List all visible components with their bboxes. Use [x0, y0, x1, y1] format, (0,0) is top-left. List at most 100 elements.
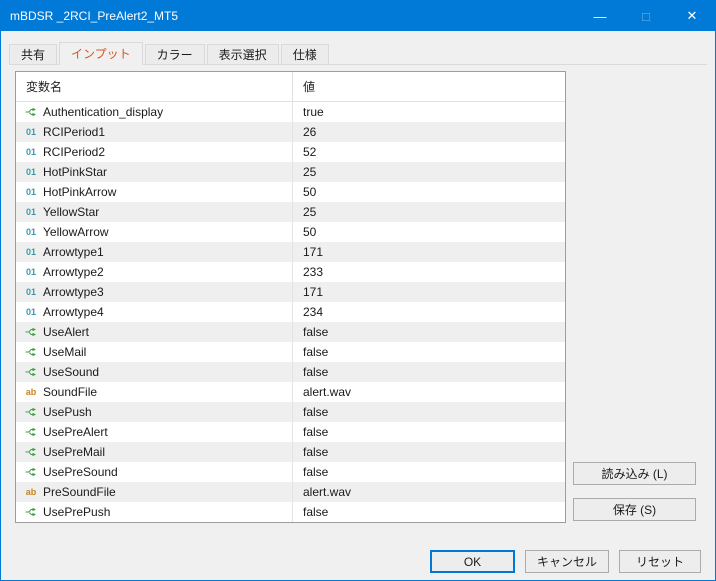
- maximize-button: □: [623, 1, 669, 31]
- bool-type-icon: [24, 326, 38, 338]
- table-row[interactable]: UseMail false: [16, 342, 565, 362]
- int-type-icon: 01: [24, 227, 38, 237]
- int-type-icon: 01: [24, 287, 38, 297]
- variable-name: PreSoundFile: [43, 485, 116, 499]
- save-button[interactable]: 保存 (S): [573, 498, 696, 521]
- string-type-icon: ab: [24, 487, 38, 497]
- variable-value-cell[interactable]: false: [292, 462, 565, 482]
- ok-button[interactable]: OK: [430, 550, 515, 573]
- bool-type-icon: [24, 406, 38, 418]
- table-row[interactable]: 01 YellowArrow 50: [16, 222, 565, 242]
- variable-value-cell[interactable]: 171: [292, 282, 565, 302]
- variable-name-cell: Authentication_display: [16, 102, 292, 122]
- variable-value-cell[interactable]: 171: [292, 242, 565, 262]
- table-row[interactable]: 01 YellowStar 25: [16, 202, 565, 222]
- table-row[interactable]: 01 HotPinkStar 25: [16, 162, 565, 182]
- variable-name: SoundFile: [43, 385, 97, 399]
- table-row[interactable]: 01 Arrowtype4 234: [16, 302, 565, 322]
- variable-name-cell: 01 RCIPeriod1: [16, 122, 292, 142]
- variable-value-cell[interactable]: false: [292, 442, 565, 462]
- table-row[interactable]: 01 RCIPeriod2 52: [16, 142, 565, 162]
- table-row[interactable]: 01 RCIPeriod1 26: [16, 122, 565, 142]
- maximize-icon: □: [642, 9, 650, 24]
- tab-inputs[interactable]: インプット: [59, 42, 143, 65]
- table-row[interactable]: UseAlert false: [16, 322, 565, 342]
- variable-value-cell[interactable]: false: [292, 402, 565, 422]
- close-icon: ✕: [687, 8, 698, 24]
- bool-type-icon: [24, 106, 38, 118]
- variable-name: RCIPeriod2: [43, 145, 105, 159]
- table-row[interactable]: ab SoundFile alert.wav: [16, 382, 565, 402]
- tab-display-selection[interactable]: 表示選択: [207, 44, 279, 64]
- minimize-icon: —: [594, 9, 607, 24]
- int-type-icon: 01: [24, 187, 38, 197]
- dialog-window: mBDSR _2RCI_PreAlert2_MT5 — □ ✕ 共有インプットカ…: [0, 0, 716, 581]
- close-button[interactable]: ✕: [669, 1, 715, 31]
- variable-name: RCIPeriod1: [43, 125, 105, 139]
- variable-value-cell[interactable]: false: [292, 342, 565, 362]
- variable-name: UseAlert: [43, 325, 89, 339]
- table-row[interactable]: UsePush false: [16, 402, 565, 422]
- bool-type-icon: [24, 346, 38, 358]
- table-body: Authentication_display true 01 RCIPeriod…: [16, 102, 565, 522]
- variable-name: YellowArrow: [43, 225, 109, 239]
- variable-value-cell[interactable]: 234: [292, 302, 565, 322]
- variable-value-cell[interactable]: false: [292, 502, 565, 522]
- tab-spec[interactable]: 仕様: [281, 44, 329, 64]
- bool-type-icon: [24, 426, 38, 438]
- titlebar-controls: — □ ✕: [577, 1, 715, 31]
- tab-common[interactable]: 共有: [9, 44, 57, 64]
- tab-bar: 共有インプットカラー表示選択仕様: [9, 41, 707, 65]
- table-row[interactable]: 01 Arrowtype3 171: [16, 282, 565, 302]
- load-button[interactable]: 読み込み (L): [573, 462, 696, 485]
- minimize-button[interactable]: —: [577, 1, 623, 31]
- table-row[interactable]: 01 Arrowtype2 233: [16, 262, 565, 282]
- variable-value-cell[interactable]: 233: [292, 262, 565, 282]
- table-row[interactable]: Authentication_display true: [16, 102, 565, 122]
- table-row[interactable]: UsePreMail false: [16, 442, 565, 462]
- title-bar[interactable]: mBDSR _2RCI_PreAlert2_MT5 — □ ✕: [1, 1, 715, 31]
- variable-value-cell[interactable]: 50: [292, 222, 565, 242]
- variable-name-cell: ab PreSoundFile: [16, 482, 292, 502]
- table-row[interactable]: ab PreSoundFile alert.wav: [16, 482, 565, 502]
- column-header-value[interactable]: 値: [292, 72, 565, 101]
- variable-value-cell[interactable]: 26: [292, 122, 565, 142]
- reset-button[interactable]: リセット: [619, 550, 701, 573]
- variable-value-cell[interactable]: 25: [292, 162, 565, 182]
- variable-name: UseMail: [43, 345, 86, 359]
- int-type-icon: 01: [24, 127, 38, 137]
- variable-name: Arrowtype4: [43, 305, 104, 319]
- variable-value-cell[interactable]: false: [292, 322, 565, 342]
- table-row[interactable]: 01 Arrowtype1 171: [16, 242, 565, 262]
- int-type-icon: 01: [24, 307, 38, 317]
- table-row[interactable]: 01 HotPinkArrow 50: [16, 182, 565, 202]
- int-type-icon: 01: [24, 207, 38, 217]
- variable-name-cell: ab SoundFile: [16, 382, 292, 402]
- variable-name-cell: 01 RCIPeriod2: [16, 142, 292, 162]
- bool-type-icon: [24, 506, 38, 518]
- table-row[interactable]: UsePreSound false: [16, 462, 565, 482]
- variable-name-cell: 01 HotPinkArrow: [16, 182, 292, 202]
- column-header-variable[interactable]: 変数名: [16, 72, 292, 101]
- variable-name-cell: 01 YellowStar: [16, 202, 292, 222]
- variable-name-cell: 01 Arrowtype2: [16, 262, 292, 282]
- table-row[interactable]: UseSound false: [16, 362, 565, 382]
- variable-value-cell[interactable]: 25: [292, 202, 565, 222]
- variable-value-cell[interactable]: false: [292, 422, 565, 442]
- variable-value-cell[interactable]: alert.wav: [292, 482, 565, 502]
- string-type-icon: ab: [24, 387, 38, 397]
- cancel-button[interactable]: キャンセル: [525, 550, 609, 573]
- int-type-icon: 01: [24, 247, 38, 257]
- variable-value-cell[interactable]: false: [292, 362, 565, 382]
- variable-value-cell[interactable]: 52: [292, 142, 565, 162]
- variable-name-cell: UseSound: [16, 362, 292, 382]
- variable-value-cell[interactable]: true: [292, 102, 565, 122]
- tab-colors[interactable]: カラー: [145, 44, 205, 64]
- table-row[interactable]: UsePreAlert false: [16, 422, 565, 442]
- variable-name: UsePreAlert: [43, 425, 108, 439]
- int-type-icon: 01: [24, 267, 38, 277]
- variable-value-cell[interactable]: 50: [292, 182, 565, 202]
- variable-name-cell: UsePreMail: [16, 442, 292, 462]
- table-row[interactable]: UsePrePush false: [16, 502, 565, 522]
- variable-value-cell[interactable]: alert.wav: [292, 382, 565, 402]
